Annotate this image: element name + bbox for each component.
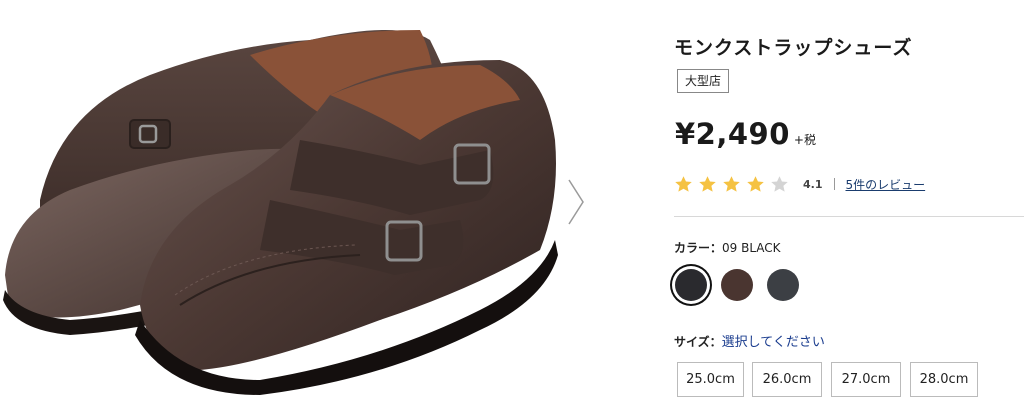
- color-selector-label: カラー：09 BLACK: [674, 239, 781, 256]
- star-empty-icon: [771, 175, 788, 192]
- product-info-panel: モンクストラップシューズ 大型店 ¥2,490 +税 4.1 5件のレビュー カラ…: [674, 0, 1024, 413]
- color-label: カラー：: [674, 241, 723, 255]
- product-title: モンクストラップシューズ: [674, 37, 913, 59]
- color-selected-value: 09 BLACK: [722, 241, 781, 255]
- rating-score: 4.1: [803, 177, 823, 191]
- size-option-button[interactable]: 26.0cm: [752, 362, 822, 397]
- size-option-button[interactable]: 28.0cm: [910, 362, 978, 397]
- rating-stars: [674, 175, 789, 194]
- price-amount: ¥2,490: [675, 117, 790, 151]
- star-filled-icon: [747, 175, 764, 192]
- store-badge: 大型店: [677, 69, 730, 93]
- product-price: ¥2,490 +税: [675, 117, 816, 151]
- tax-suffix: +税: [793, 133, 816, 147]
- size-option-button[interactable]: 27.0cm: [831, 362, 901, 397]
- star-filled-icon: [675, 175, 692, 192]
- size-label: サイズ：: [674, 335, 722, 349]
- color-swatch-dark-brown[interactable]: [721, 269, 753, 301]
- star-filled-icon: [723, 175, 740, 192]
- product-image: [3, 30, 558, 395]
- section-divider: [674, 216, 1024, 217]
- reviews-link[interactable]: 5件のレビュー: [846, 176, 926, 193]
- rating-summary: 4.1 5件のレビュー: [674, 174, 925, 194]
- product-image-gallery: [0, 0, 598, 413]
- size-prompt: 選択してください: [721, 335, 825, 350]
- color-swatch-dark-gray[interactable]: [767, 269, 799, 301]
- size-selector-label: サイズ：選択してください: [674, 331, 825, 350]
- color-swatch-black[interactable]: [675, 269, 707, 301]
- size-option-button[interactable]: 25.0cm: [677, 362, 744, 397]
- rating-divider: [833, 178, 835, 190]
- chevron-right-icon[interactable]: [563, 176, 587, 228]
- star-filled-icon: [699, 175, 716, 192]
